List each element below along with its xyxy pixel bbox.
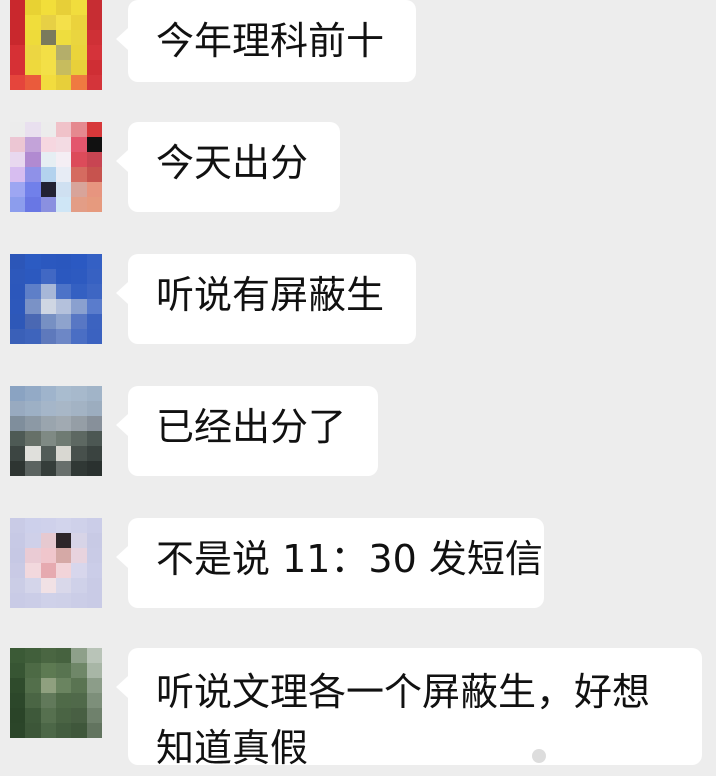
avatar[interactable] <box>10 386 102 476</box>
avatar[interactable] <box>10 0 102 90</box>
message-bubble[interactable]: 听说文理各一个屏蔽生，好想知道真假 <box>116 648 702 770</box>
message-text: 已经出分了 <box>156 405 347 449</box>
avatar[interactable] <box>10 648 102 738</box>
avatar[interactable] <box>10 254 102 344</box>
message-text: 今天出分 <box>156 141 309 185</box>
message-bubble[interactable]: 听说有屏蔽生 <box>116 254 416 344</box>
avatar[interactable] <box>10 518 102 608</box>
message-bubble[interactable]: 已经出分了 <box>116 386 378 476</box>
message-bubble[interactable]: 今年理科前十 <box>116 0 416 82</box>
message-text: 听说有屏蔽生 <box>156 273 385 317</box>
chat-message-list: 今年理科前十 今天出分 听说有屏蔽生 已经出分了 不是说 11：30 发短信 听… <box>0 0 716 770</box>
avatar[interactable] <box>10 122 102 212</box>
message-text: 不是说 11：30 发短信 <box>156 537 543 581</box>
message-bubble[interactable]: 不是说 11：30 发短信 <box>116 518 544 608</box>
watermark-logo-icon <box>532 749 546 763</box>
message-bubble[interactable]: 今天出分 <box>116 122 340 212</box>
watermark <box>532 749 702 763</box>
message-text: 今年理科前十 <box>156 19 385 63</box>
